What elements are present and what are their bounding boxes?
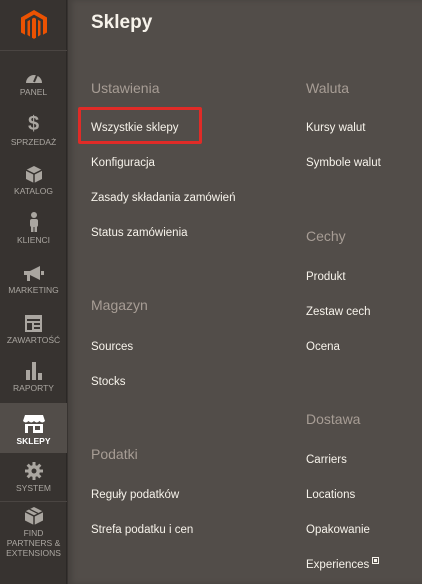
nav-item-zawartosc[interactable]: ZAWARTOŚĆ	[0, 310, 67, 348]
menu-link-carriers[interactable]: Carriers	[306, 454, 347, 466]
panel-title: Sklepy	[91, 12, 153, 33]
nav-item-label: SYSTEM	[16, 483, 51, 493]
selection-highlight	[78, 107, 202, 144]
nav-item-katalog[interactable]: KATALOG	[0, 161, 67, 199]
menu-link-locations[interactable]: Locations	[306, 489, 355, 501]
section-title-waluta: Waluta	[306, 80, 350, 96]
gear-icon	[24, 458, 43, 480]
menu-link-reguly-podatkow[interactable]: Reguły podatków	[91, 489, 179, 501]
external-link-icon	[372, 557, 380, 564]
layout-icon	[25, 310, 42, 332]
menu-link-produkt[interactable]: Produkt	[306, 271, 346, 283]
menu-link-kursy-walut[interactable]: Kursy walut	[306, 122, 365, 134]
menu-link-zestaw-cech[interactable]: Zestaw cech	[306, 306, 371, 318]
dollar-icon: $	[27, 113, 40, 135]
section-title-podatki: Podatki	[91, 446, 138, 462]
nav-item-label: MARKETING	[8, 285, 59, 295]
cube-icon	[25, 161, 42, 183]
section-title-ustawienia: Ustawienia	[91, 80, 160, 96]
menu-link-zasady-skladania-zamowien[interactable]: Zasady składania zamówień	[91, 192, 235, 204]
menu-link-strefa-podatku[interactable]: Strefa podatku i cen	[91, 524, 193, 536]
nav-item-label: KLIENCI	[16, 235, 51, 245]
magento-logo-icon	[20, 10, 47, 39]
menu-link-konfiguracja[interactable]: Konfiguracja	[91, 157, 155, 169]
box-icon	[24, 507, 43, 525]
nav-item-sprzedaz[interactable]: $ SPRZEDAŻ	[0, 112, 67, 150]
nav-item-label: PANEL	[19, 87, 48, 97]
nav-item-label: SKLEPY	[16, 436, 51, 446]
section-title-cechy: Cechy	[306, 228, 346, 244]
store-icon	[22, 411, 45, 433]
nav-item-label: KATALOG	[14, 186, 53, 196]
nav-item-find-partners[interactable]: FIND PARTNERS & EXTENSIONS	[0, 507, 67, 558]
nav-divider	[0, 50, 67, 51]
menu-link-ocena[interactable]: Ocena	[306, 341, 340, 353]
section-title-dostawa: Dostawa	[306, 411, 361, 427]
nav-item-label: RAPORTY	[13, 383, 54, 393]
nav-item-label: ZAWARTOŚĆ	[6, 335, 61, 345]
bar-chart-icon	[25, 358, 42, 380]
nav-item-label: FIND PARTNERS & EXTENSIONS	[6, 528, 61, 558]
menu-link-label: Experiences	[306, 559, 370, 571]
nav-item-panel[interactable]: PANEL	[0, 62, 67, 100]
section-title-magazyn: Magazyn	[91, 297, 148, 313]
nav-item-system[interactable]: SYSTEM	[0, 458, 67, 496]
person-icon	[28, 210, 40, 232]
nav-item-marketing[interactable]: MARKETING	[0, 260, 67, 298]
magento-logo[interactable]	[0, 0, 67, 50]
menu-link-experiences[interactable]: Experiences	[306, 557, 380, 571]
nav-item-sklepy[interactable]: SKLEPY	[0, 403, 67, 453]
menu-link-stocks[interactable]: Stocks	[91, 376, 126, 388]
menu-link-symbole-walut[interactable]: Symbole walut	[306, 157, 381, 169]
admin-sidebar: PANEL $ SPRZEDAŻ KATALOG KLIENCI MARKETI…	[0, 0, 67, 584]
menu-link-sources[interactable]: Sources	[91, 341, 133, 353]
megaphone-icon	[23, 260, 44, 282]
dashboard-icon	[25, 62, 43, 84]
menu-link-opakowanie[interactable]: Opakowanie	[306, 524, 370, 536]
nav-divider	[0, 501, 67, 502]
menu-link-status-zamowienia[interactable]: Status zamówienia	[91, 227, 188, 239]
nav-item-raporty[interactable]: RAPORTY	[0, 358, 67, 396]
nav-item-klienci[interactable]: KLIENCI	[0, 210, 67, 248]
nav-item-label: SPRZEDAŻ	[10, 137, 57, 147]
